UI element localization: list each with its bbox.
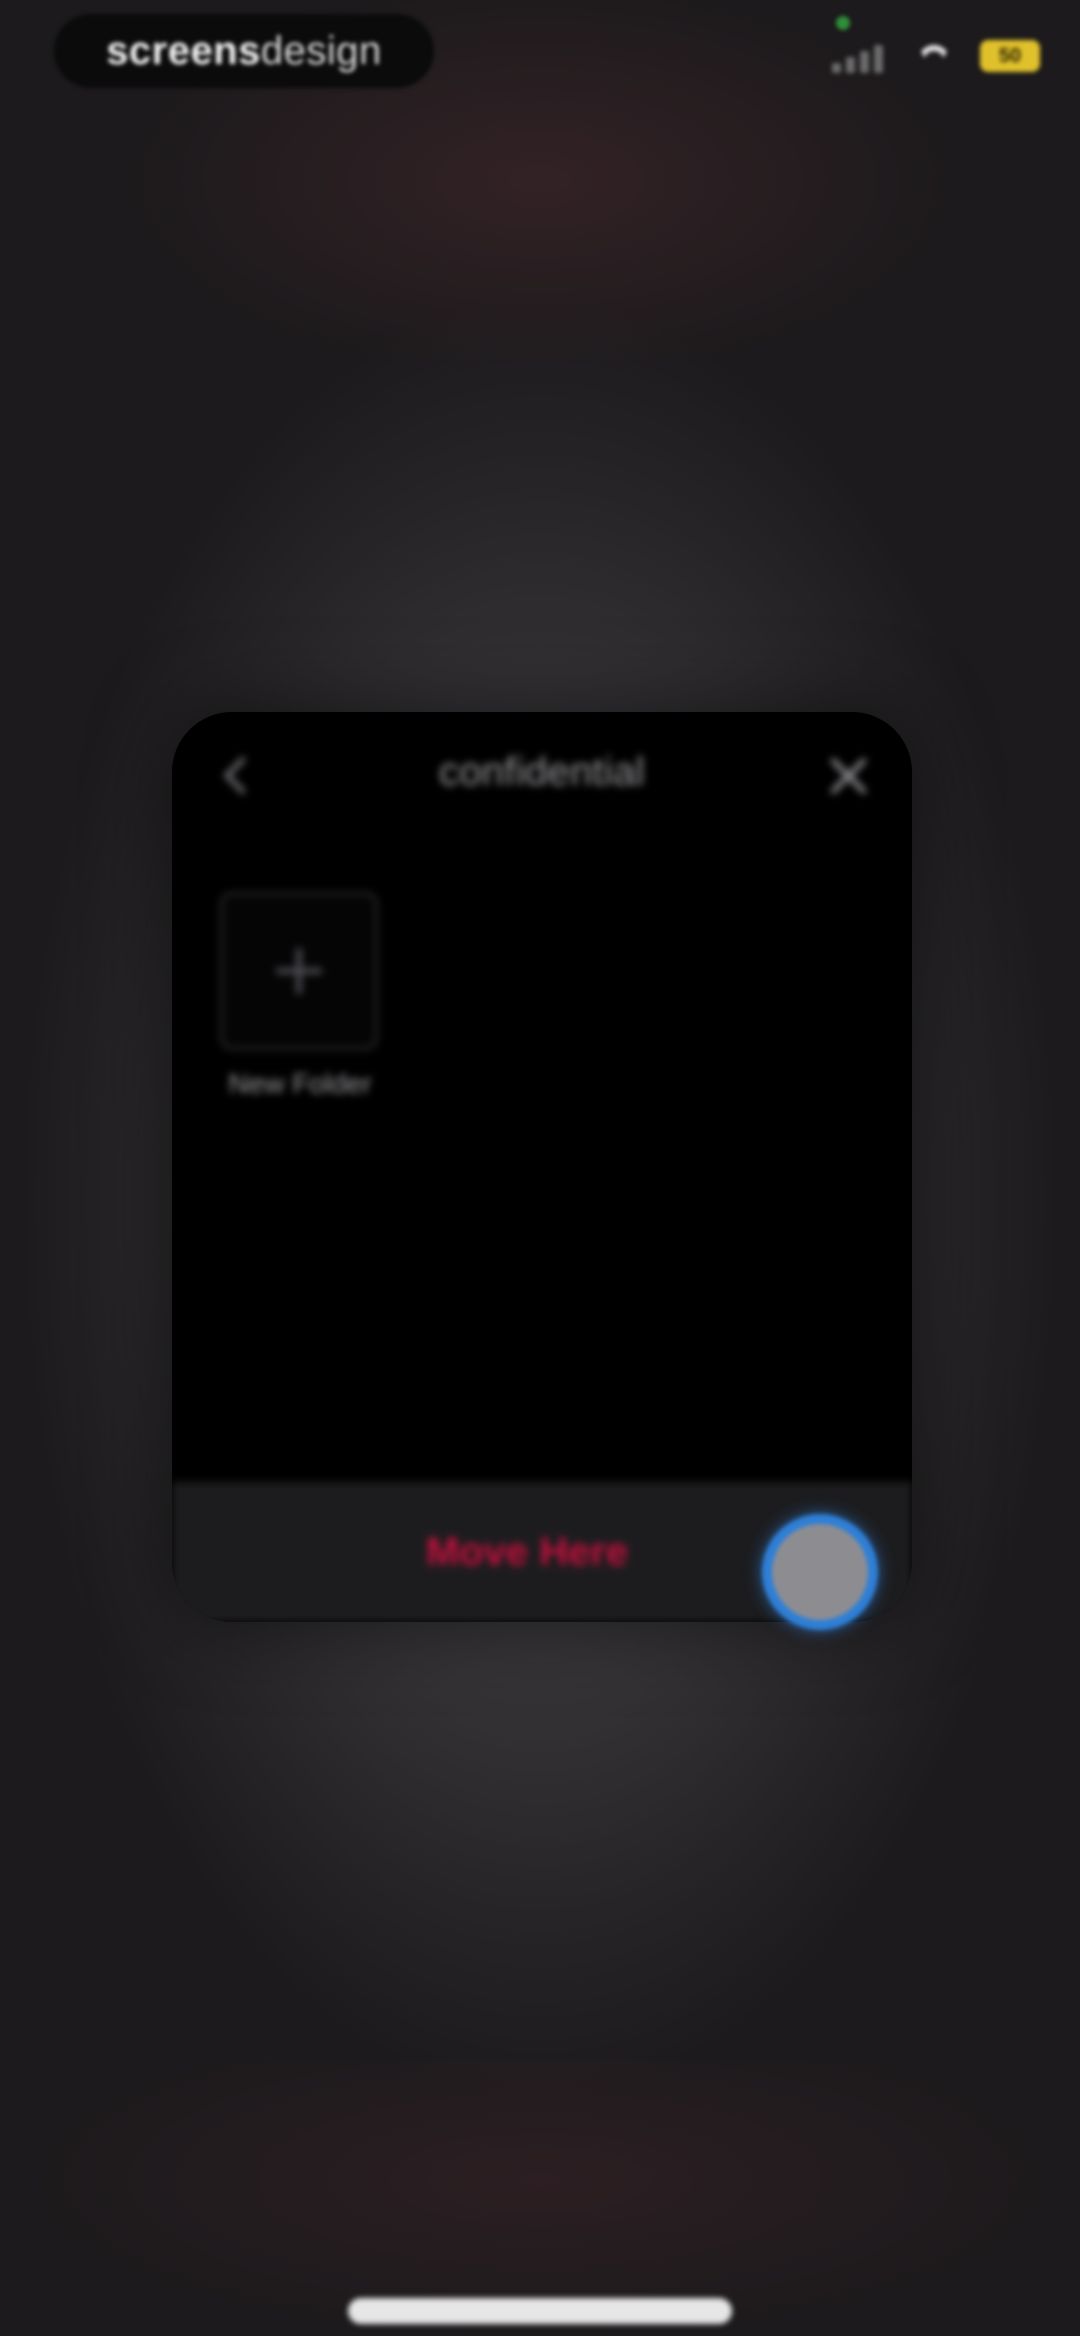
back-button[interactable] [212,750,262,800]
dialog-header: confidential [172,712,912,832]
move-to-folder-dialog: confidential New Folder Move Here [172,712,912,1622]
backdrop-tint-bottom [0,2060,1080,2336]
dialog-title: confidential [439,749,645,794]
wifi-icon [914,39,954,73]
watermark-text: screensdesign [106,29,382,74]
screen: screensdesign 50 confidential New Folder… [0,0,1080,2336]
watermark-light: design [260,28,382,73]
plus-icon [276,948,322,994]
watermark-bold: screens [106,28,261,73]
dialog-content: confidential New Folder Move Here [172,712,912,1622]
new-folder-button[interactable] [220,892,378,1050]
touch-indicator [762,1514,878,1630]
status-icons: 50 [832,26,1040,86]
chevron-left-icon [222,755,262,795]
move-here-button[interactable]: Move Here [426,1530,628,1575]
watermark-badge: screensdesign [54,14,434,88]
battery-level: 50 [998,44,1022,67]
new-folder-label: New Folder [228,1068,372,1099]
signal-icon [832,39,888,73]
home-indicator[interactable] [348,2298,732,2324]
battery-icon: 50 [980,40,1040,72]
close-icon[interactable] [822,750,874,802]
